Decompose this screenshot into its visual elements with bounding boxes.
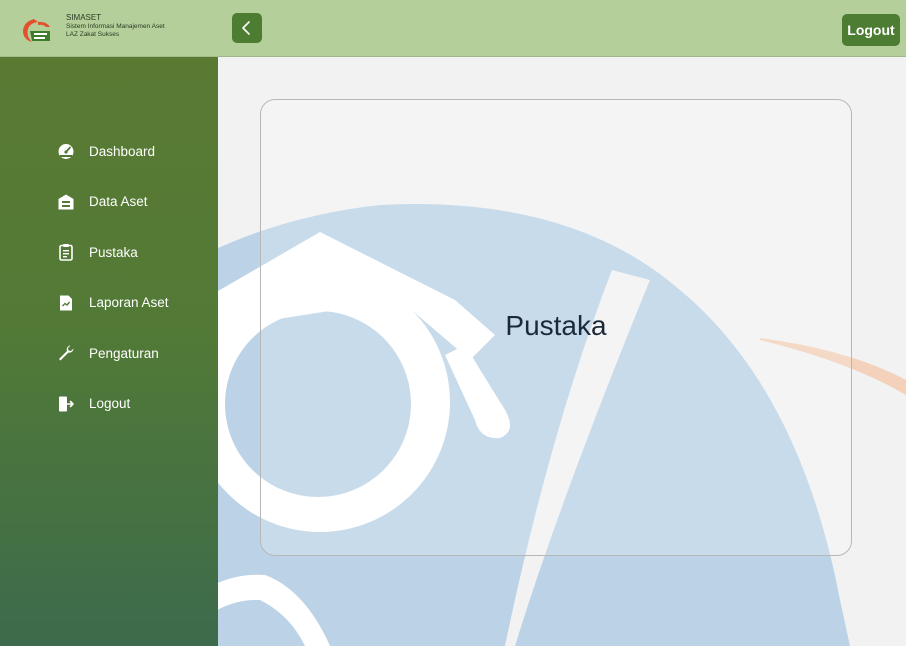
sidebar-item-logout[interactable]: Logout	[0, 379, 218, 430]
clipboard-icon	[57, 243, 75, 262]
building-icon	[57, 193, 75, 211]
sidebar-item-dashboard[interactable]: Dashboard	[0, 126, 218, 177]
sidebar-item-pengaturan[interactable]: Pengaturan	[0, 328, 218, 379]
zakat-sukses-logo-icon	[23, 19, 50, 42]
sidebar-item-laporan-aset[interactable]: Laporan Aset	[0, 278, 218, 329]
sidebar-item-pustaka[interactable]: Pustaka	[0, 227, 218, 278]
page-title: Pustaka	[505, 310, 607, 341]
sidebar-item-label: Pengaturan	[89, 345, 159, 361]
sidebar-item-label: Logout	[89, 396, 131, 412]
brand-header: SIMASET Sistem Informasi Manajemen Aset …	[0, 0, 218, 57]
back-button[interactable]	[232, 13, 262, 43]
report-file-icon	[57, 294, 75, 312]
wrench-icon	[57, 344, 75, 362]
chevron-left-icon	[242, 21, 250, 35]
org-name: LAZ Zakat Sukses	[66, 31, 120, 38]
top-bar: Logout	[218, 0, 906, 57]
sidebar-item-label: Laporan Aset	[89, 295, 169, 311]
speedometer-icon	[57, 142, 75, 160]
app-name: SIMASET	[66, 13, 102, 22]
app-subtitle: Sistem Informasi Manajemen Aset	[66, 23, 165, 30]
sidebar-nav: Dashboard Data Aset Pustaka Laporan Aset…	[0, 126, 218, 429]
logout-button[interactable]: Logout	[842, 14, 900, 46]
sidebar-item-label: Data Aset	[89, 194, 148, 210]
content-card: Pustaka	[260, 99, 852, 556]
sidebar-item-label: Dashboard	[89, 143, 156, 159]
sidebar-item-data-aset[interactable]: Data Aset	[0, 177, 218, 228]
sidebar-item-label: Pustaka	[89, 244, 138, 260]
sign-out-icon	[57, 395, 75, 413]
